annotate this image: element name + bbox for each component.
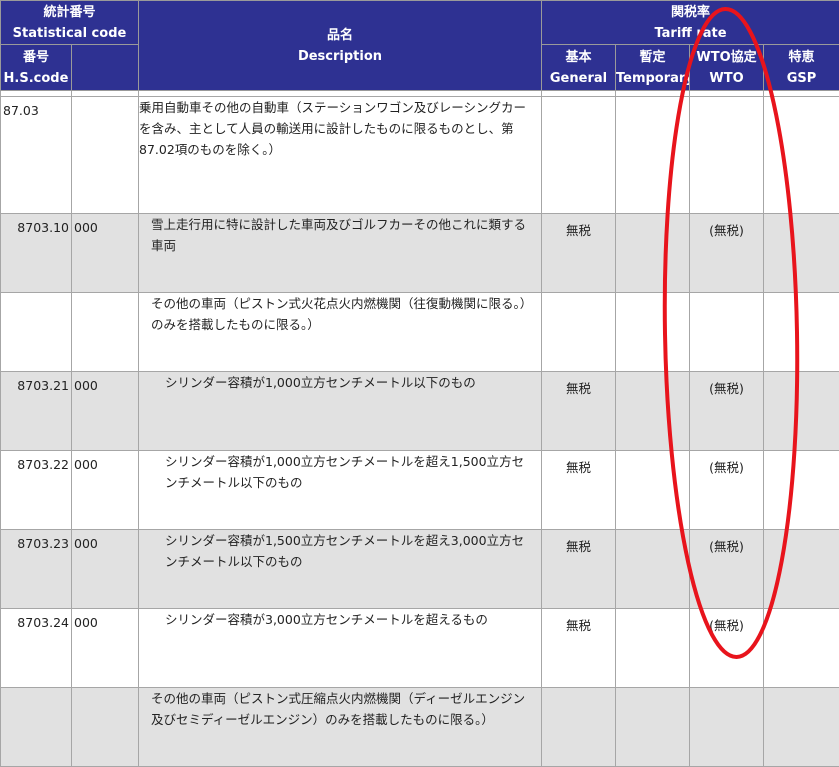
description-header: 品名 Description: [139, 1, 542, 91]
stat-code-cell: 000: [72, 451, 139, 530]
tariff-table: 統計番号 Statistical code 品名 Description 関税率…: [0, 0, 839, 767]
hs-code-cell: 8703.22: [1, 451, 72, 530]
wto-cell: (無税): [690, 214, 764, 293]
wto-cell: [690, 97, 764, 214]
stat-subcode-header: [72, 45, 139, 91]
gsp-cell: [764, 214, 839, 293]
general-cell: 無税: [542, 451, 616, 530]
table-row: 8703.10 000 雪上走行用に特に設計した車両及びゴルフカーその他これに類…: [1, 214, 839, 293]
general-cell: [542, 97, 616, 214]
wto-cell: (無税): [690, 609, 764, 688]
description-cell: シリンダー容積が1,000立方センチメートルを超え1,500立方センチメートル以…: [139, 451, 542, 530]
table-row: 8703.23 000 シリンダー容積が1,500立方センチメートルを超え3,0…: [1, 530, 839, 609]
gsp-rate-header: 特恵 GSP: [764, 45, 839, 91]
hs-code-cell: 8703.24: [1, 609, 72, 688]
table-row: 8703.21 000 シリンダー容積が1,000立方センチメートル以下のもの …: [1, 372, 839, 451]
hs-code-cell: 8703.23: [1, 530, 72, 609]
temporary-cell: [616, 97, 690, 214]
hs-code-cell: 8703.21: [1, 372, 72, 451]
stat-code-cell: [72, 688, 139, 767]
temporary-cell: [616, 688, 690, 767]
stat-code-cell: 000: [72, 609, 139, 688]
gsp-cell: [764, 688, 839, 767]
temporary-cell: [616, 214, 690, 293]
wto-cell: (無税): [690, 530, 764, 609]
temporary-cell: [616, 293, 690, 372]
wto-cell: (無税): [690, 372, 764, 451]
gsp-cell: [764, 293, 839, 372]
temporary-rate-header: 暫定 Temporary: [616, 45, 690, 91]
description-cell: シリンダー容積が3,000立方センチメートルを超えるもの: [139, 609, 542, 688]
stat-code-cell: 000: [72, 530, 139, 609]
table-row: 87.03 乗用自動車その他の自動車（ステーションワゴン及びレーシングカーを含み…: [1, 97, 839, 214]
description-cell: 雪上走行用に特に設計した車両及びゴルフカーその他これに類する車両: [139, 214, 542, 293]
tariff-rate-header: 関税率 Tariff rate: [542, 1, 839, 45]
description-cell: 乗用自動車その他の自動車（ステーションワゴン及びレーシングカーを含み、主として人…: [139, 97, 542, 214]
hs-code-cell: [1, 293, 72, 372]
description-cell: その他の車両（ピストン式火花点火内燃機関（往復動機関に限る。）のみを搭載したもの…: [139, 293, 542, 372]
gsp-cell: [764, 372, 839, 451]
temporary-cell: [616, 530, 690, 609]
gsp-cell: [764, 609, 839, 688]
general-cell: 無税: [542, 530, 616, 609]
hs-code-header: 番号 H.S.code: [1, 45, 72, 91]
temporary-cell: [616, 609, 690, 688]
gsp-cell: [764, 530, 839, 609]
general-cell: [542, 293, 616, 372]
table-row: その他の車両（ピストン式火花点火内燃機関（往復動機関に限る。）のみを搭載したもの…: [1, 293, 839, 372]
wto-rate-header: WTO協定 WTO: [690, 45, 764, 91]
general-cell: 無税: [542, 372, 616, 451]
gsp-cell: [764, 451, 839, 530]
stat-code-cell: [72, 293, 139, 372]
stat-code-header: 統計番号 Statistical code: [1, 1, 139, 45]
wto-cell: [690, 293, 764, 372]
table-row: 8703.24 000 シリンダー容積が3,000立方センチメートルを超えるもの…: [1, 609, 839, 688]
description-cell: その他の車両（ピストン式圧縮点火内燃機関（ディーゼルエンジン及びセミディーゼルエ…: [139, 688, 542, 767]
stat-code-cell: [72, 97, 139, 214]
temporary-cell: [616, 372, 690, 451]
general-rate-header: 基本 General: [542, 45, 616, 91]
wto-cell: [690, 688, 764, 767]
table-row: その他の車両（ピストン式圧縮点火内燃機関（ディーゼルエンジン及びセミディーゼルエ…: [1, 688, 839, 767]
general-cell: 無税: [542, 214, 616, 293]
description-cell: シリンダー容積が1,000立方センチメートル以下のもの: [139, 372, 542, 451]
hs-code-cell: 8703.10: [1, 214, 72, 293]
description-cell: シリンダー容積が1,500立方センチメートルを超え3,000立方センチメートル以…: [139, 530, 542, 609]
hs-code-cell: [1, 688, 72, 767]
hs-code-cell: 87.03: [1, 97, 72, 214]
temporary-cell: [616, 451, 690, 530]
stat-code-cell: 000: [72, 372, 139, 451]
general-cell: [542, 688, 616, 767]
general-cell: 無税: [542, 609, 616, 688]
gsp-cell: [764, 97, 839, 214]
stat-code-cell: 000: [72, 214, 139, 293]
wto-cell: (無税): [690, 451, 764, 530]
table-row: 8703.22 000 シリンダー容積が1,000立方センチメートルを超え1,5…: [1, 451, 839, 530]
